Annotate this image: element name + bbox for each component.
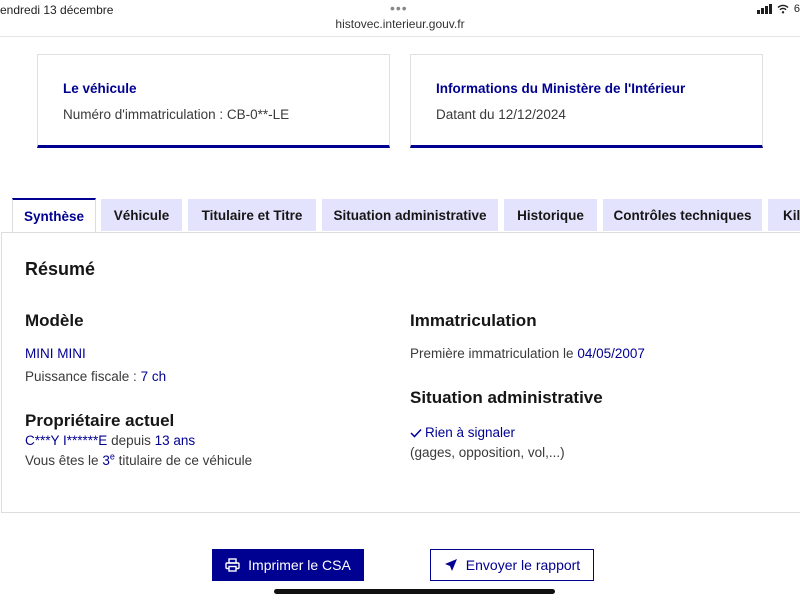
situation-status-text: Rien à signaler [425, 425, 516, 440]
owner-line: C***Y I******E depuis 13 ans [25, 433, 195, 448]
status-icons: 6 [756, 3, 800, 15]
print-csa-label: Imprimer le CSA [248, 557, 351, 573]
send-icon [444, 559, 457, 571]
tab-kilometrage[interactable]: Kil [768, 199, 800, 231]
first-registration-date: 04/05/2007 [577, 346, 645, 361]
tab-titulaire-titre[interactable]: Titulaire et Titre [188, 199, 316, 231]
home-indicator[interactable] [274, 589, 555, 594]
browser-menu-dots[interactable]: ••• [390, 0, 408, 16]
vehicle-card-title: Le véhicule [63, 81, 137, 96]
fiscal-power-label: Puissance fiscale : [25, 369, 141, 384]
registration-number: Numéro d'immatriculation : CB-0**-LE [63, 107, 290, 122]
first-registration: Première immatriculation le 04/05/2007 [410, 346, 645, 361]
browser-status-bar: endredi 13 décembre ••• histovec.interie… [0, 0, 800, 37]
report-date: Datant du 12/12/2024 [436, 107, 566, 122]
situation-detail: (gages, opposition, vol,...) [410, 445, 565, 460]
tab-vehicule[interactable]: Véhicule [101, 199, 182, 231]
owner-since-label: depuis [107, 433, 155, 448]
situation-status: Rien à signaler [410, 425, 515, 440]
immatriculation-heading: Immatriculation [410, 311, 537, 330]
owner-rank-prefix: Vous êtes le [25, 453, 103, 468]
owner-since-value: 13 ans [154, 433, 196, 448]
modele-heading: Modèle [25, 311, 84, 330]
send-report-label: Envoyer le rapport [465, 557, 581, 573]
first-registration-label: Première immatriculation le [410, 346, 578, 361]
tab-situation-administrative[interactable]: Situation administrative [322, 199, 498, 231]
owner-rank: Vous êtes le 3e titulaire de ce véhicule [25, 452, 253, 468]
vehicle-card: Le véhicule Numéro d'immatriculation : C… [37, 54, 390, 148]
model-name: MINI MINI [25, 346, 86, 361]
tab-controles-techniques[interactable]: Contrôles techniques [603, 199, 762, 231]
owner-rank-number: 3e [102, 452, 115, 468]
owner-name: C***Y I******E [25, 433, 108, 448]
tab-historique[interactable]: Historique [504, 199, 597, 231]
fiscal-power-value: 7 ch [140, 369, 167, 384]
report-tabs: Synthèse Véhicule Titulaire et Titre Sit… [0, 198, 800, 232]
battery-fragment: 6 [793, 3, 800, 15]
send-report-button[interactable]: Envoyer le rapport [430, 549, 594, 581]
fiscal-power: Puissance fiscale : 7 ch [25, 369, 166, 384]
address-bar-url[interactable]: histovec.interieur.gouv.fr [0, 17, 800, 31]
printer-icon [225, 558, 240, 572]
wifi-icon [777, 4, 789, 14]
print-csa-button[interactable]: Imprimer le CSA [212, 549, 364, 581]
ministry-card-title: Informations du Ministère de l'Intérieur [436, 81, 686, 96]
check-icon [410, 428, 422, 438]
signal-icon [756, 4, 772, 14]
situation-heading: Situation administrative [410, 388, 603, 407]
summary-heading: Résumé [25, 259, 96, 279]
status-date: endredi 13 décembre [0, 3, 114, 17]
proprietaire-heading: Propriétaire actuel [25, 411, 175, 430]
ministry-card: Informations du Ministère de l'Intérieur… [410, 54, 763, 148]
tab-synthese[interactable]: Synthèse [12, 198, 96, 232]
owner-rank-suffix: titulaire de ce véhicule [114, 453, 253, 468]
owner-rank-digit: 3 [102, 453, 110, 468]
